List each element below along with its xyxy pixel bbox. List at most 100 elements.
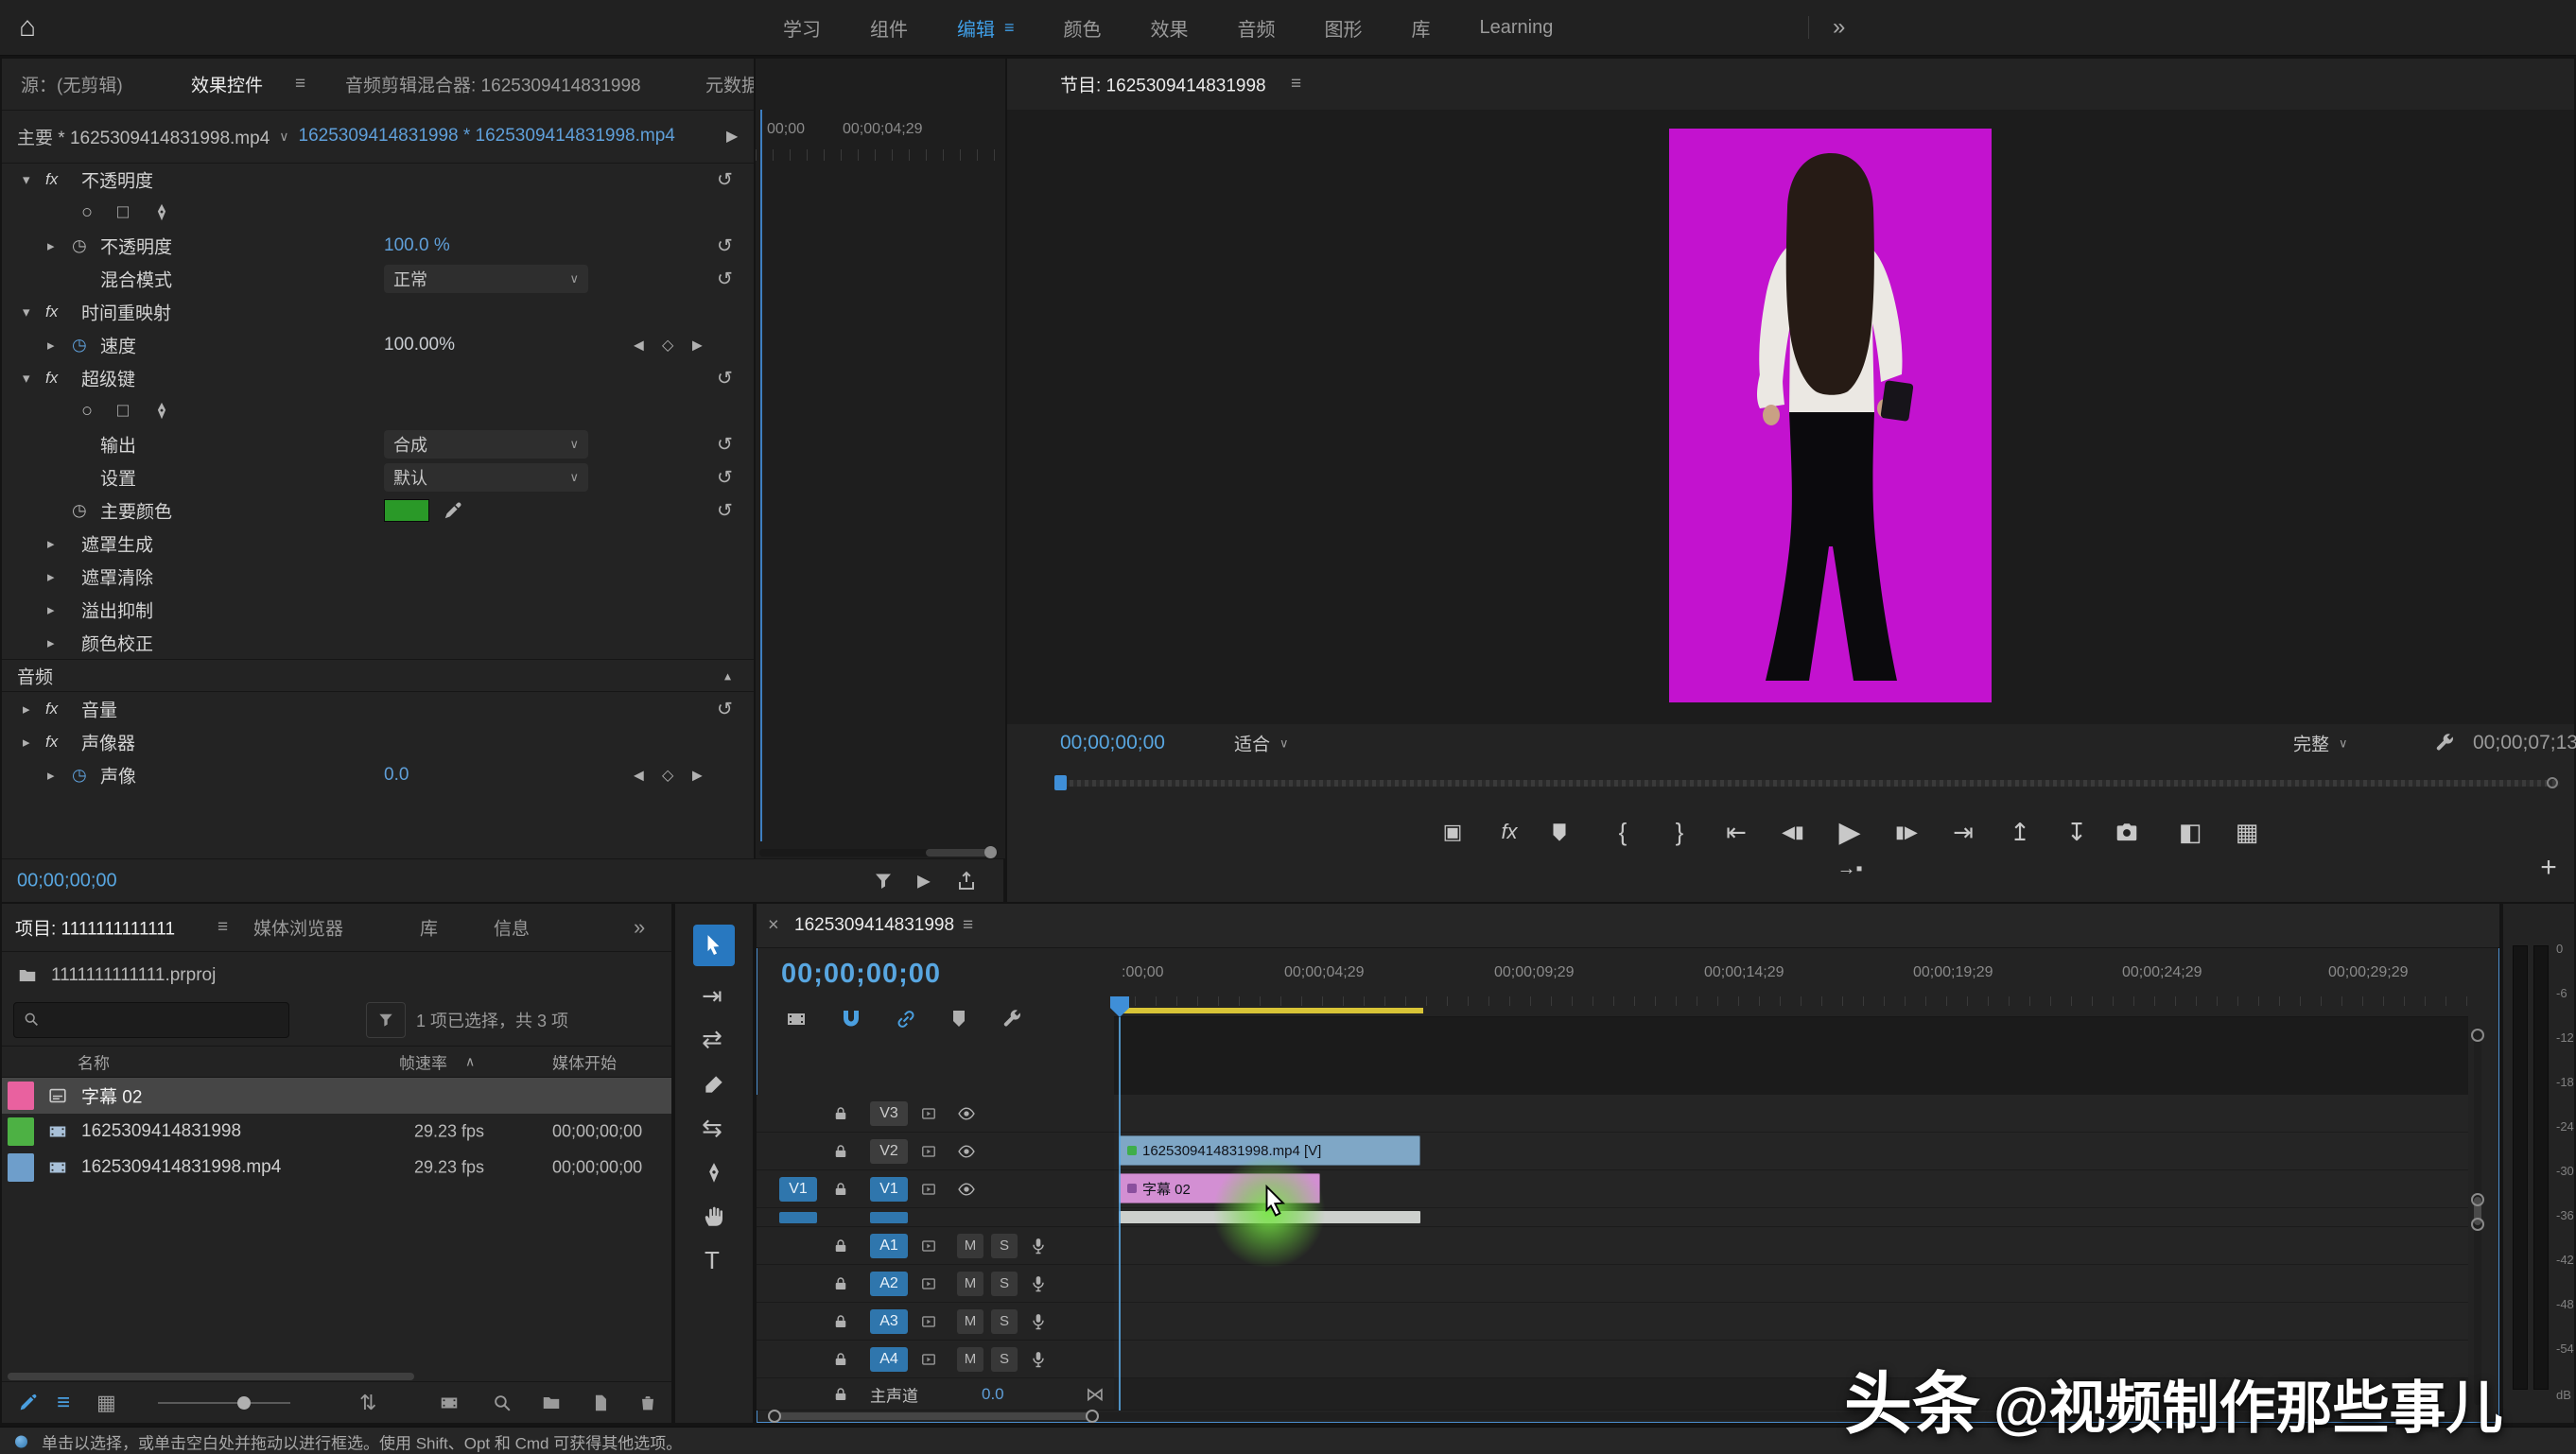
label-color-chip[interactable] xyxy=(8,1117,34,1146)
play-button[interactable]: ▶ xyxy=(1831,811,1869,853)
workspace-tab-effects[interactable]: 效果 xyxy=(1151,14,1189,42)
sync-lock-icon[interactable] xyxy=(919,1180,938,1199)
new-item-icon[interactable] xyxy=(590,1393,611,1413)
twirl-closed-icon[interactable]: ▸ xyxy=(47,237,55,254)
effect-controls-timecode[interactable]: 00;00;00;00 xyxy=(17,871,117,892)
track-target-a4[interactable]: A4 xyxy=(870,1346,908,1372)
prev-keyframe-icon[interactable]: ◀ xyxy=(634,337,644,353)
timeline-settings-wrench-icon[interactable] xyxy=(1001,1008,1023,1030)
voiceover-mic-icon[interactable] xyxy=(1029,1274,1048,1293)
blend-mode-dropdown[interactable]: 正常 ∨ xyxy=(384,264,588,293)
lock-icon[interactable] xyxy=(832,1143,849,1160)
sync-lock-icon[interactable] xyxy=(919,1350,938,1369)
workspace-tab-learning[interactable]: Learning xyxy=(1480,17,1554,39)
workspace-menu-icon[interactable]: ≡ xyxy=(1004,18,1015,38)
ripple-edit-tool[interactable]: ⇄ xyxy=(702,1025,722,1054)
automate-to-sequence-icon[interactable] xyxy=(439,1393,460,1413)
list-view-button[interactable]: ≡ xyxy=(57,1390,70,1416)
workspace-tab-libraries[interactable]: 库 xyxy=(1412,14,1431,42)
fx-badge-icon[interactable]: fx xyxy=(45,700,58,718)
sync-lock-icon[interactable] xyxy=(919,1142,938,1161)
sequence-clip-label[interactable]: 1625309414831998 * 1625309414831998.mp4 xyxy=(299,126,675,147)
program-timecode[interactable]: 00;00;00;00 xyxy=(1060,732,1165,754)
track-header-divider-strip[interactable] xyxy=(757,1208,1114,1227)
mute-button[interactable]: M xyxy=(957,1308,983,1334)
tab-metadata[interactable]: 元数据 xyxy=(705,72,759,97)
lock-icon[interactable] xyxy=(832,1313,849,1330)
label-color-chip[interactable] xyxy=(8,1082,34,1110)
reset-effect-icon[interactable]: ↺ xyxy=(717,366,733,389)
lift-button[interactable]: ↥ xyxy=(2001,811,2039,853)
timeline-timecode[interactable]: 00;00;00;00 xyxy=(781,959,941,990)
stopwatch-icon[interactable]: ◷ xyxy=(72,500,87,520)
prev-keyframe-icon[interactable]: ◀ xyxy=(634,767,644,783)
speed-value[interactable]: 100.00% xyxy=(384,335,455,355)
item-name[interactable]: 1625309414831998.mp4 xyxy=(81,1157,281,1178)
tab-media-browser[interactable]: 媒体浏览器 xyxy=(253,915,343,941)
zoom-slider-handle[interactable] xyxy=(237,1396,251,1410)
workspace-tab-audio[interactable]: 音频 xyxy=(1238,14,1276,42)
sync-lock-icon[interactable] xyxy=(919,1312,938,1331)
v-scroll-handle-bottom[interactable] xyxy=(2471,1218,2484,1231)
close-tab-icon[interactable]: × xyxy=(768,915,779,937)
play-only-audio-icon[interactable]: ▶ xyxy=(917,872,931,891)
pen-mask-icon[interactable] xyxy=(151,401,172,422)
fx-badge-icon[interactable]: fx xyxy=(45,303,58,321)
lock-icon[interactable] xyxy=(832,1181,849,1198)
fit-sequence-icon[interactable]: ⋈ xyxy=(1086,1382,1105,1406)
fx-badge-icon[interactable]: fx xyxy=(45,733,58,752)
v-scroll-handle-mid[interactable] xyxy=(2471,1193,2484,1206)
home-icon[interactable]: ⌂ xyxy=(19,11,36,43)
voiceover-mic-icon[interactable] xyxy=(1029,1350,1048,1369)
collapse-section-icon[interactable]: ▴ xyxy=(724,667,731,684)
solo-button[interactable]: S xyxy=(991,1233,1018,1258)
tab-source-monitor[interactable]: 源：(无剪辑) xyxy=(21,72,123,97)
solo-button[interactable]: S xyxy=(991,1346,1018,1372)
workspace-tab-graphics[interactable]: 图形 xyxy=(1325,14,1363,42)
reset-effect-icon[interactable]: ↺ xyxy=(717,697,733,720)
pen-tool-icon[interactable] xyxy=(702,1161,726,1186)
workspace-tab-learn[interactable]: 学习 xyxy=(783,14,821,42)
lock-icon[interactable] xyxy=(832,1351,849,1368)
project-item-row-selected[interactable]: 字幕 02 xyxy=(2,1078,671,1114)
twirl-open-icon[interactable]: ▾ xyxy=(23,303,30,320)
track-target-a2[interactable]: A2 xyxy=(870,1271,908,1296)
h-scroll-handle-right[interactable] xyxy=(1086,1410,1099,1423)
project-h-scrollbar[interactable] xyxy=(8,1373,414,1380)
reset-effect-icon[interactable]: ↺ xyxy=(717,167,733,191)
tab-effect-controls[interactable]: 效果控件 xyxy=(191,72,263,97)
workspace-overflow-icon[interactable]: » xyxy=(1833,14,1845,41)
track-target-a1-mini[interactable] xyxy=(870,1211,908,1223)
timeline-playhead-line[interactable] xyxy=(1119,1017,1121,1411)
column-name[interactable]: 名称 xyxy=(78,1050,110,1074)
pen-mask-icon[interactable] xyxy=(151,202,172,223)
solo-button[interactable]: S xyxy=(991,1271,1018,1296)
program-playhead-handle[interactable] xyxy=(1054,775,1067,790)
source-patch-v1[interactable]: V1 xyxy=(779,1176,817,1202)
setting-dropdown[interactable]: 默认 ∨ xyxy=(384,462,588,492)
mark-in-button[interactable]: { xyxy=(1604,811,1642,853)
reset-param-icon[interactable]: ↺ xyxy=(717,498,733,522)
rectangle-mask-icon[interactable]: □ xyxy=(117,201,129,223)
project-item-row[interactable]: 1625309414831998 29.23 fps 00;00;00;00 xyxy=(2,1114,671,1150)
linked-selection-icon[interactable] xyxy=(895,1008,917,1030)
master-clip-chevron-icon[interactable]: ∨ xyxy=(279,129,288,145)
mute-button[interactable]: M xyxy=(957,1233,983,1258)
workspace-tab-color[interactable]: 颜色 xyxy=(1064,14,1102,42)
timeline-panel-menu-icon[interactable]: ≡ xyxy=(963,915,973,936)
export-frame-button[interactable] xyxy=(2115,821,2139,845)
twirl-closed-icon[interactable]: ▸ xyxy=(47,601,55,618)
twirl-closed-icon[interactable]: ▸ xyxy=(47,634,55,651)
search-box[interactable] xyxy=(13,1002,289,1038)
track-target-a3[interactable]: A3 xyxy=(870,1308,908,1334)
type-tool[interactable]: T xyxy=(705,1246,720,1275)
new-search-bin-button[interactable] xyxy=(366,1002,406,1038)
tab-audio-clip-mixer[interactable]: 音频剪辑混合器: 1625309414831998 xyxy=(345,72,641,97)
reset-param-icon[interactable]: ↺ xyxy=(717,267,733,290)
nest-toggle-icon[interactable] xyxy=(785,1008,808,1030)
add-marker-button[interactable] xyxy=(1547,821,1572,845)
ellipse-mask-icon[interactable]: ○ xyxy=(81,201,93,223)
voiceover-mic-icon[interactable] xyxy=(1029,1237,1048,1255)
sync-lock-icon[interactable] xyxy=(919,1274,938,1293)
sync-lock-icon[interactable] xyxy=(919,1104,938,1123)
